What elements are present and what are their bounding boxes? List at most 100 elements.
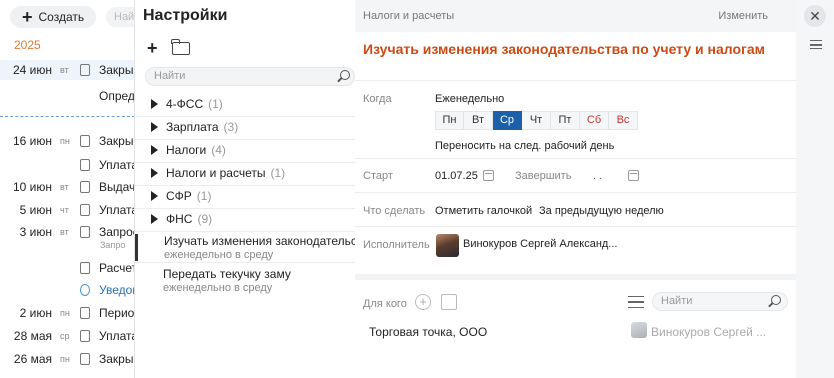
filter-icon[interactable] [628, 296, 644, 308]
create-button[interactable]: + Создать [10, 6, 96, 28]
day-sat[interactable]: Сб [580, 111, 609, 130]
list-settings-icon[interactable] [810, 40, 822, 49]
calendar-row[interactable]: 16 июн пн Закры [0, 131, 140, 151]
organization-responsible[interactable]: Винокуров Сергей ... [651, 325, 766, 339]
action-value[interactable]: Отметить галочкой [435, 205, 532, 217]
calendar-row[interactable]: 26 мая пн Закры [0, 349, 140, 369]
expand-arrow-icon[interactable] [151, 145, 158, 155]
close-button[interactable]: ✕ [804, 5, 826, 27]
organization-name[interactable]: Торговая точка, ООО [369, 325, 487, 339]
calendar-row[interactable]: 2 июн пн Перио, [0, 303, 140, 323]
folder-item[interactable]: Налоги (4) [151, 140, 226, 160]
row-text: Уплата [99, 329, 139, 343]
assignee-name[interactable]: Винокуров Сергей Александ... [463, 238, 617, 250]
row-text: Закры [99, 352, 134, 366]
settings-search-input[interactable]: Найти [145, 67, 355, 86]
calendar-row[interactable]: Уплата [0, 155, 140, 175]
calendar-row[interactable]: Уведом [0, 280, 141, 300]
for-who-label: Для кого [363, 298, 407, 310]
row-text: Опред [99, 89, 135, 103]
calendar-icon[interactable] [483, 170, 494, 181]
row-date: 10 июн [12, 180, 52, 194]
day-tue[interactable]: Вт [464, 111, 493, 130]
folder-name: Налоги и расчеты [166, 166, 266, 180]
document-icon [80, 204, 90, 216]
calendar-row[interactable]: 28 мая ср Уплата [0, 326, 140, 346]
day-fri[interactable]: Пт [551, 111, 580, 130]
add-task-button[interactable]: + [147, 39, 158, 57]
day-sun[interactable]: Вс [609, 111, 638, 130]
row-dow: вт [60, 227, 69, 237]
task-title: Изучать изменения законодательства [164, 234, 357, 248]
calendar-panel: + Создать Най 2025 24 июн вт Закры Опред… [0, 0, 146, 378]
row-subtext: Запро [100, 240, 126, 250]
document-icon [80, 330, 90, 342]
when-value[interactable]: Еженедельно [435, 93, 504, 105]
search-placeholder: Найти [661, 295, 693, 307]
recipient-search-input[interactable]: Найти [652, 292, 788, 311]
search-icon[interactable] [771, 295, 781, 305]
folder-count: (1) [208, 97, 223, 111]
folder-name: ФНС [166, 212, 193, 226]
row-date: 16 июн [12, 134, 52, 148]
row-text: Расчет [99, 261, 138, 275]
link-icon[interactable] [441, 294, 457, 310]
task-item-selected[interactable]: Изучать изменения законодательства ежене… [135, 234, 357, 261]
document-icon [80, 226, 90, 238]
divider [355, 80, 796, 81]
calendar-row[interactable]: 10 июн вт Выдач [0, 177, 140, 197]
start-date-field[interactable]: 01.07.25 [435, 170, 478, 182]
task-detail-panel: Налоги и расчеты Изменить Изучать измене… [355, 0, 796, 378]
document-icon [80, 181, 90, 193]
document-icon [80, 353, 90, 365]
folder-item[interactable]: 4-ФСС (1) [151, 94, 223, 114]
add-recipient-icon[interactable]: + [415, 294, 431, 310]
search-icon[interactable] [340, 70, 350, 80]
expand-arrow-icon[interactable] [151, 122, 158, 132]
row-dow: ср [60, 331, 70, 341]
calendar-row[interactable]: 24 июн вт Закры [0, 60, 140, 80]
divider [135, 231, 357, 232]
breadcrumb[interactable]: Налоги и расчеты [363, 10, 454, 22]
document-icon [80, 262, 90, 274]
folder-count: (9) [197, 212, 213, 226]
folder-item[interactable]: Зарплата (3) [151, 117, 238, 137]
day-wed[interactable]: Ср [493, 111, 522, 130]
expand-arrow-icon[interactable] [151, 191, 158, 201]
carry-over-option[interactable]: Переносить на след. рабочий день [435, 140, 614, 152]
folder-item[interactable]: СФР (1) [151, 186, 211, 206]
year-label: 2025 [14, 38, 41, 52]
divider [355, 192, 796, 193]
calendar-row[interactable]: Расчет [0, 258, 140, 278]
assignee-label: Исполнитель [363, 239, 430, 251]
folder-count: (3) [223, 120, 239, 134]
plus-icon: + [22, 7, 33, 27]
day-mon[interactable]: Пн [435, 111, 464, 130]
expand-arrow-icon[interactable] [151, 214, 158, 224]
edit-button[interactable]: Изменить [718, 10, 768, 22]
action-period[interactable]: За предыдущую неделю [539, 205, 664, 217]
folder-name: Налоги [166, 143, 207, 157]
folder-item[interactable]: Налоги и расчеты (1) [151, 163, 285, 183]
calendar-row[interactable]: Опред [0, 86, 140, 106]
document-icon [80, 135, 90, 147]
row-date: 5 июн [19, 203, 52, 217]
row-text: Закры [99, 134, 134, 148]
expand-arrow-icon[interactable] [151, 168, 158, 178]
task-item[interactable]: Передать текучку заму еженедельно в сред… [135, 267, 357, 294]
row-dow: пн [60, 354, 70, 364]
calendar-icon[interactable] [628, 170, 639, 181]
add-folder-icon[interactable] [171, 38, 190, 55]
calendar-row[interactable]: 5 июн чт Уплата [0, 200, 140, 220]
folder-item[interactable]: ФНС (9) [151, 209, 212, 229]
avatar [631, 322, 647, 338]
day-thu[interactable]: Чт [522, 111, 551, 130]
row-text: Перио, [99, 306, 138, 320]
expand-arrow-icon[interactable] [151, 99, 158, 109]
calendar-row-sub: Запро [0, 238, 140, 252]
finish-date-field[interactable]: . . [593, 170, 602, 182]
for-who-section: Для кого + Найти Торговая точка, ООО Вин… [355, 274, 796, 378]
row-date: 2 июн [19, 306, 52, 320]
gear-icon [80, 284, 90, 296]
folder-name: СФР [166, 189, 192, 203]
